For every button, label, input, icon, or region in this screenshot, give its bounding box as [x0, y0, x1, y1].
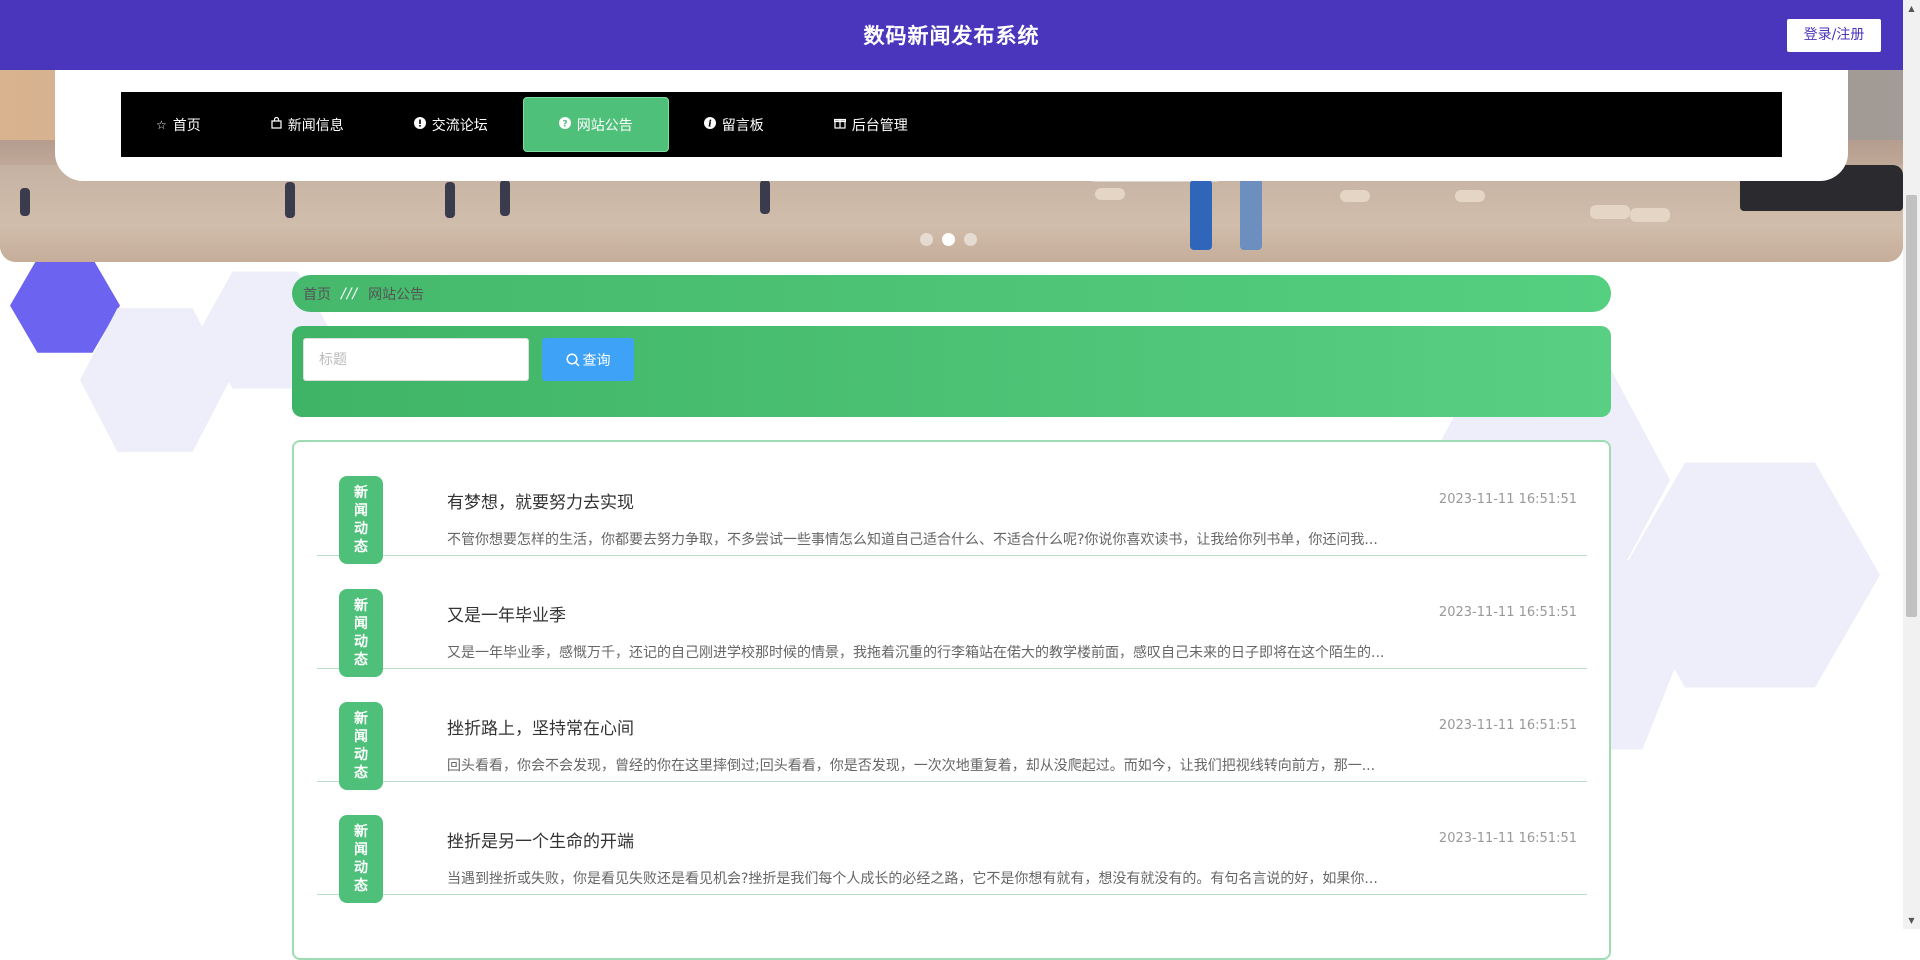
- item-time: 2023-11-11 16:51:51: [1438, 605, 1577, 620]
- tag-char: 闻: [354, 503, 368, 519]
- item-summary: 不管你想要怎样的生活，你都要去努力争取，不多尝试一些事情怎么知道自己适合什么、不…: [447, 532, 1378, 548]
- item-title[interactable]: 又是一年毕业季: [447, 601, 566, 626]
- star-outline-icon: ☆: [156, 117, 167, 132]
- tag-char: 态: [354, 652, 368, 668]
- breadcrumb-current: 网站公告: [368, 286, 425, 303]
- item-title[interactable]: 有梦想，就要努力去实现: [447, 488, 634, 513]
- banner-stone: [1455, 190, 1485, 202]
- top-bar: 数码新闻发布系统 登录/注册: [0, 0, 1903, 70]
- nav-item-announcements[interactable]: ? 网站公告: [522, 97, 669, 152]
- banner-stone: [1630, 208, 1670, 222]
- banner-person: [1190, 180, 1212, 250]
- banner-person: [760, 180, 770, 214]
- tag-char: 闻: [354, 842, 368, 858]
- svg-text:?: ?: [562, 119, 567, 129]
- banner-person: [445, 182, 455, 218]
- nav-card: ☆ 首页 新闻信息 交流论坛 ? 网站公告 i 留言板 后台管理: [55, 70, 1848, 181]
- breadcrumb-home[interactable]: 首页: [303, 284, 331, 304]
- main-nav: ☆ 首页 新闻信息 交流论坛 ? 网站公告 i 留言板 后台管理: [121, 92, 1782, 157]
- search-panel: 查询: [292, 326, 1611, 417]
- tag-char: 新: [354, 598, 368, 614]
- tag-char: 动: [354, 634, 368, 650]
- nav-item-message-board[interactable]: i 留言板: [669, 98, 799, 151]
- search-icon: [565, 352, 580, 367]
- banner-person: [285, 182, 295, 218]
- info-circle-icon: [413, 117, 426, 132]
- scrollbar-thumb[interactable]: [1906, 195, 1917, 617]
- nav-item-label: 留言板: [721, 117, 764, 134]
- item-title[interactable]: 挫折路上，坚持常在心间: [447, 714, 634, 739]
- item-summary: 回头看看，你会不会发现，曾经的你在这里摔倒过;回头看看，你是否发现，一次次地重复…: [447, 758, 1376, 774]
- tag-char: 新: [354, 824, 368, 840]
- tag-char: 动: [354, 860, 368, 876]
- question-circle-icon: ?: [558, 117, 571, 132]
- banner-person: [500, 180, 510, 216]
- page-scrollbar[interactable]: ▲ ▼: [1903, 0, 1920, 929]
- banner-person: [20, 188, 30, 216]
- item-summary: 当遇到挫折或失败，你是看见失败还是看见机会?挫折是我们每个人成长的必经之路，它不…: [447, 871, 1378, 887]
- shopping-bag-icon: [271, 116, 282, 132]
- nav-item-home[interactable]: ☆ 首页: [121, 98, 236, 151]
- nav-item-forum[interactable]: 交流论坛: [379, 98, 523, 151]
- nav-item-label: 交流论坛: [431, 117, 488, 134]
- list-item[interactable]: 新 闻 动 态 有梦想，就要努力去实现 2023-11-11 16:51:51 …: [317, 442, 1587, 564]
- tag-char: 态: [354, 878, 368, 894]
- banner-stone: [1590, 205, 1630, 219]
- carousel-dot-1[interactable]: [920, 233, 933, 246]
- scroll-down-arrow-icon[interactable]: ▼: [1903, 912, 1920, 929]
- tag-char: 闻: [354, 616, 368, 632]
- tag-char: 动: [354, 747, 368, 763]
- tag-char: 态: [354, 765, 368, 781]
- list-item[interactable]: 新 闻 动 态 挫折是另一个生命的开端 2023-11-11 16:51:51 …: [317, 781, 1587, 903]
- list-item[interactable]: 新 闻 动 态 挫折路上，坚持常在心间 2023-11-11 16:51:51 …: [317, 668, 1587, 790]
- banner-stone: [1340, 190, 1370, 202]
- nav-item-label: 网站公告: [576, 117, 633, 134]
- title-search-input[interactable]: [303, 338, 529, 381]
- item-time: 2023-11-11 16:51:51: [1438, 492, 1577, 507]
- tag-char: 新: [354, 711, 368, 727]
- carousel-indicators: [920, 233, 977, 247]
- search-button-label: 查询: [582, 352, 611, 369]
- breadcrumb-separator: ///: [341, 285, 359, 302]
- scroll-up-arrow-icon[interactable]: ▲: [1903, 0, 1920, 17]
- banner-stone: [1095, 188, 1125, 200]
- item-time: 2023-11-11 16:51:51: [1438, 831, 1577, 846]
- tag-char: 新: [354, 485, 368, 501]
- svg-text:i: i: [708, 120, 712, 130]
- list-item[interactable]: 新 闻 动 态 又是一年毕业季 2023-11-11 16:51:51 又是一年…: [317, 555, 1587, 677]
- category-tag: 新 闻 动 态: [339, 589, 383, 677]
- tag-char: 动: [354, 521, 368, 537]
- italic-info-icon: i: [703, 117, 716, 132]
- nav-item-news[interactable]: 新闻信息: [236, 98, 379, 151]
- nav-item-label: 新闻信息: [287, 117, 344, 134]
- category-tag: 新 闻 动 态: [339, 815, 383, 903]
- category-tag: 新 闻 动 态: [339, 702, 383, 790]
- tag-char: 闻: [354, 729, 368, 745]
- category-tag: 新 闻 动 态: [339, 476, 383, 564]
- nav-item-label: 后台管理: [851, 117, 908, 134]
- login-register-button[interactable]: 登录/注册: [1787, 19, 1881, 52]
- item-time: 2023-11-11 16:51:51: [1438, 718, 1577, 733]
- tag-char: 态: [354, 539, 368, 555]
- carousel-dot-3[interactable]: [964, 233, 977, 246]
- breadcrumb: 首页 /// 网站公告: [292, 275, 1611, 312]
- search-button[interactable]: 查询: [542, 338, 634, 381]
- gift-box-icon: [833, 117, 846, 132]
- banner-person: [1240, 175, 1262, 250]
- item-summary: 又是一年毕业季，感慨万千，还记的自己刚进学校那时候的情景，我拖着沉重的行李箱站在…: [447, 645, 1385, 661]
- site-title: 数码新闻发布系统: [863, 24, 1040, 48]
- carousel-dot-2[interactable]: [942, 233, 955, 246]
- announcement-list: 新 闻 动 态 有梦想，就要努力去实现 2023-11-11 16:51:51 …: [292, 440, 1611, 960]
- nav-item-label: 首页: [172, 117, 201, 134]
- item-title[interactable]: 挫折是另一个生命的开端: [447, 827, 634, 852]
- nav-item-admin[interactable]: 后台管理: [799, 98, 943, 151]
